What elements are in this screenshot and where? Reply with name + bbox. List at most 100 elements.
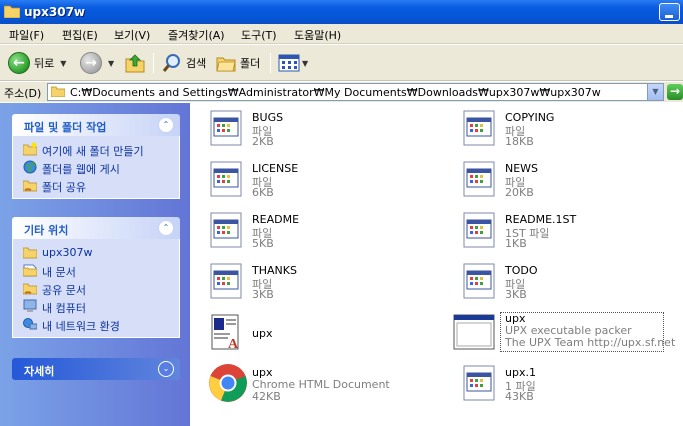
address-label: 주소(D)	[4, 87, 42, 100]
back-button[interactable]: ← 뒤로 ▼	[8, 51, 66, 75]
file-item[interactable]: upx Chrome HTML Document 42KB	[200, 361, 420, 411]
place-label: 내 컴퓨터	[42, 302, 86, 315]
collapse-chevron-icon[interactable]: ⌃	[158, 220, 174, 236]
file-item[interactable]: LICENSE 파일 6KB	[200, 157, 420, 207]
globe-icon	[23, 160, 37, 174]
place-label: 내 네트워크 환경	[42, 320, 120, 333]
views-dropdown-icon[interactable]: ▼	[302, 59, 308, 68]
collapse-chevron-icon[interactable]: ⌃	[158, 117, 174, 133]
title-bar: upx307w	[0, 0, 683, 24]
file-name: upx	[252, 327, 273, 340]
search-icon	[162, 54, 180, 72]
file-item[interactable]: THANKS 파일 3KB	[200, 259, 420, 309]
window-title: upx307w	[24, 5, 86, 19]
new-folder-icon	[23, 142, 37, 156]
generic-file-icon	[453, 106, 495, 150]
generic-file-icon	[453, 208, 495, 252]
file-list: BUGS 파일 2KB COPYING 파일 18KB LICENSE 파일 6KB NEWS 파일…	[190, 103, 683, 426]
shared-documents-icon	[23, 283, 37, 295]
place-my-documents[interactable]: 내 문서	[13, 261, 179, 279]
folders-icon	[216, 57, 236, 72]
place-network[interactable]: 내 네트워크 환경	[13, 315, 179, 333]
place-label: 공유 문서	[42, 284, 86, 297]
forward-arrow-icon: →	[80, 52, 102, 74]
panel-title: 기타 위치	[24, 224, 69, 237]
generic-file-icon	[453, 157, 495, 201]
task-label: 폴더 공유	[42, 181, 86, 194]
place-upx307w[interactable]: upx307w	[13, 243, 179, 261]
file-item[interactable]: TODO 파일 3KB	[453, 259, 673, 309]
toolbar-separator	[270, 53, 271, 73]
menu-tools[interactable]: 도구(T)	[241, 27, 277, 43]
views-icon	[278, 54, 300, 72]
place-my-computer[interactable]: 내 컴퓨터	[13, 297, 179, 315]
back-label: 뒤로	[34, 57, 55, 70]
task-publish-web[interactable]: 폴더를 웹에 게시	[13, 158, 179, 176]
file-size: 5KB	[252, 237, 274, 250]
file-size: 3KB	[505, 288, 527, 301]
document-icon: A	[200, 310, 242, 354]
file-size: 1KB	[505, 237, 527, 250]
file-size: 2KB	[252, 135, 274, 148]
generic-file-icon	[453, 259, 495, 303]
file-folder-tasks-panel: 파일 및 폴더 작업 ⌃ 여기에 새 폴더 만들기 폴더를 웹에 게시 폴더 공…	[12, 114, 180, 199]
file-item[interactable]: upx.1 1 파일 43KB	[453, 361, 673, 411]
other-places-header[interactable]: 기타 위치 ⌃	[12, 217, 180, 239]
share-folder-icon	[23, 180, 37, 192]
executable-icon	[453, 310, 495, 354]
address-dropdown-icon[interactable]: ▼	[647, 84, 663, 100]
minimize-button[interactable]	[659, 3, 680, 21]
details-panel: 자세히 ⌄	[12, 358, 180, 380]
forward-button[interactable]: → ▼	[80, 51, 114, 75]
menu-edit[interactable]: 편집(E)	[62, 27, 98, 43]
file-size: 6KB	[252, 186, 274, 199]
file-folder-tasks-header[interactable]: 파일 및 폴더 작업 ⌃	[12, 114, 180, 136]
back-dropdown-icon[interactable]: ▼	[60, 59, 66, 68]
menu-favorites[interactable]: 즐겨찾기(A)	[168, 27, 225, 43]
menu-bar: 파일(F) 편집(E) 보기(V) 즐겨찾기(A) 도구(T) 도움말(H)	[0, 24, 683, 44]
generic-file-icon	[453, 361, 495, 405]
forward-dropdown-icon[interactable]: ▼	[108, 59, 114, 68]
task-new-folder[interactable]: 여기에 새 폴더 만들기	[13, 140, 179, 158]
task-pane: 파일 및 폴더 작업 ⌃ 여기에 새 폴더 만들기 폴더를 웹에 게시 폴더 공…	[0, 103, 190, 426]
menu-file[interactable]: 파일(F)	[9, 27, 44, 43]
file-item[interactable]: BUGS 파일 2KB	[200, 106, 420, 156]
expand-chevron-icon[interactable]: ⌄	[158, 361, 174, 377]
file-item[interactable]: COPYING 파일 18KB	[453, 106, 673, 156]
folder-icon	[4, 5, 20, 18]
task-label: 여기에 새 폴더 만들기	[42, 145, 144, 158]
file-item[interactable]: upx UPX executable packer The UPX Team htt…	[453, 310, 675, 360]
file-size: 18KB	[505, 135, 534, 148]
generic-file-icon	[200, 208, 242, 252]
file-item[interactable]: README.1ST 1ST 파일 1KB	[453, 208, 673, 258]
file-item[interactable]: README 파일 5KB	[200, 208, 420, 258]
svg-text:A: A	[228, 337, 239, 350]
file-item[interactable]: Aupx	[200, 310, 420, 360]
task-share-folder[interactable]: 폴더 공유	[13, 176, 179, 194]
computer-icon	[23, 299, 37, 312]
panel-title: 자세히	[24, 365, 55, 378]
menu-help[interactable]: 도움말(H)	[294, 27, 341, 43]
file-size: 20KB	[505, 186, 534, 199]
network-icon	[23, 318, 37, 330]
other-places-panel: 기타 위치 ⌃ upx307w 내 문서 공유 문서 내 컴퓨터 내 네트워크 …	[12, 217, 180, 338]
up-folder-button[interactable]	[124, 51, 146, 75]
address-bar: 주소(D) C:₩Documents and Settings₩Administ…	[0, 82, 683, 102]
folder-icon	[23, 247, 37, 259]
panel-title: 파일 및 폴더 작업	[24, 121, 107, 134]
folder-icon	[51, 86, 65, 97]
generic-file-icon	[200, 157, 242, 201]
details-header[interactable]: 자세히 ⌄	[12, 358, 180, 380]
search-button[interactable]: 검색	[162, 51, 206, 75]
place-label: 내 문서	[42, 266, 76, 279]
views-button[interactable]: ▼	[278, 51, 308, 75]
go-button[interactable]: →	[667, 84, 683, 100]
place-shared-documents[interactable]: 공유 문서	[13, 279, 179, 297]
file-size: 3KB	[252, 288, 274, 301]
menu-view[interactable]: 보기(V)	[114, 27, 150, 43]
chrome-icon	[200, 361, 247, 405]
toolbar: ← 뒤로 ▼ → ▼ 검색 폴더 ▼	[0, 45, 683, 81]
folders-button[interactable]: 폴더	[216, 51, 260, 75]
address-input[interactable]: C:₩Documents and Settings₩Administrator₩…	[47, 83, 664, 101]
file-item[interactable]: NEWS 파일 20KB	[453, 157, 673, 207]
